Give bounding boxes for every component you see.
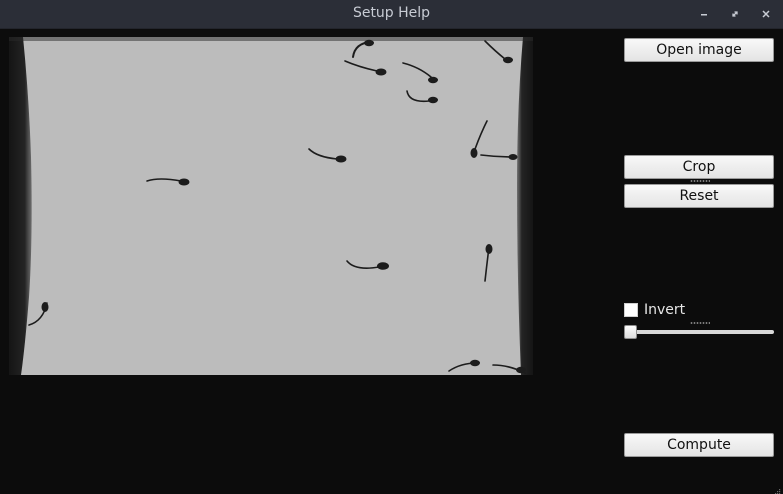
reset-button[interactable]: Reset (624, 184, 774, 208)
slider-track[interactable] (624, 330, 774, 334)
image-viewer[interactable] (9, 37, 533, 375)
splitter-handle[interactable] (690, 180, 710, 182)
title-bar[interactable]: Setup Help (0, 0, 783, 29)
minimize-icon[interactable] (697, 7, 711, 21)
window-title: Setup Help (352, 5, 431, 21)
threshold-slider[interactable] (624, 325, 774, 339)
maximize-icon[interactable] (728, 7, 742, 21)
compute-button[interactable]: Compute (624, 433, 774, 457)
fish-tank-image (9, 37, 533, 375)
splitter-handle[interactable] (690, 322, 710, 324)
slider-handle[interactable] (624, 325, 637, 339)
app-window: Setup Help Open image Crop Reset Invert … (0, 0, 783, 494)
open-image-button[interactable]: Open image (624, 38, 774, 62)
close-icon[interactable] (759, 7, 773, 21)
resize-grip-icon[interactable] (771, 482, 781, 494)
invert-checkbox[interactable] (624, 303, 638, 317)
crop-button[interactable]: Crop (624, 155, 774, 179)
invert-label: Invert (644, 302, 686, 318)
